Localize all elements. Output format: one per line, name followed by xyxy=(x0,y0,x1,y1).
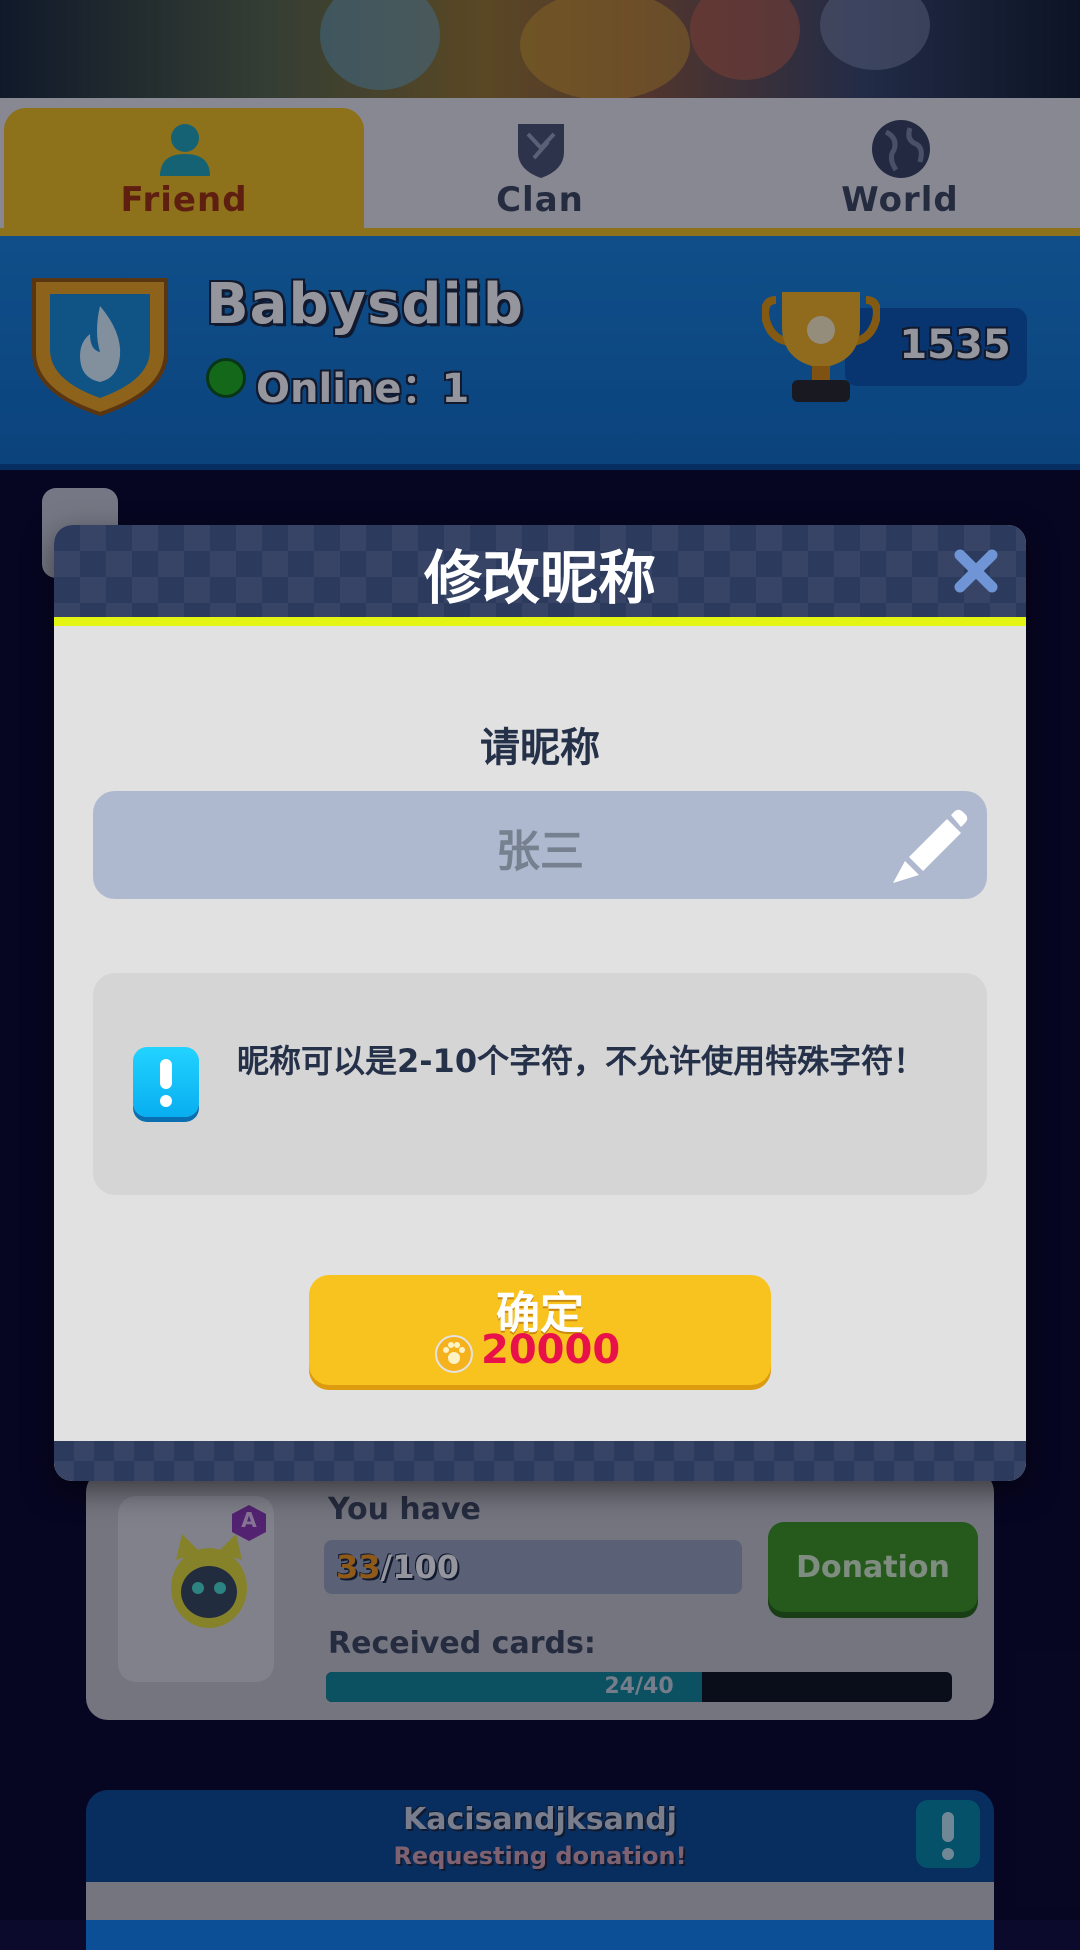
dialog-footer xyxy=(54,1441,1026,1481)
dialog-header-accent xyxy=(54,617,1026,626)
close-icon[interactable] xyxy=(952,547,1000,595)
paw-coin-icon xyxy=(435,1335,473,1373)
rename-cost: 20000 xyxy=(481,1327,621,1373)
nickname-value: 张三 xyxy=(496,826,584,877)
nickname-prompt: 请昵称 xyxy=(480,725,600,771)
exclamation-icon xyxy=(133,1047,199,1117)
dialog-header: 修改昵称 xyxy=(54,525,1026,617)
dialog-title: 修改昵称 xyxy=(423,544,656,612)
confirm-button[interactable]: 确定 20000 xyxy=(309,1275,771,1385)
rename-dialog: 修改昵称 请昵称 张三 昵称可以是2-10个字符，不允许使用特殊字符！ 确定 2… xyxy=(54,525,1026,1481)
nickname-input[interactable]: 张三 xyxy=(93,791,987,899)
pencil-icon[interactable] xyxy=(889,805,971,887)
nickname-rules-text: 昵称可以是2-10个字符，不允许使用特殊字符！ xyxy=(237,1042,926,1080)
nickname-rules-box: 昵称可以是2-10个字符，不允许使用特殊字符！ xyxy=(93,973,987,1195)
